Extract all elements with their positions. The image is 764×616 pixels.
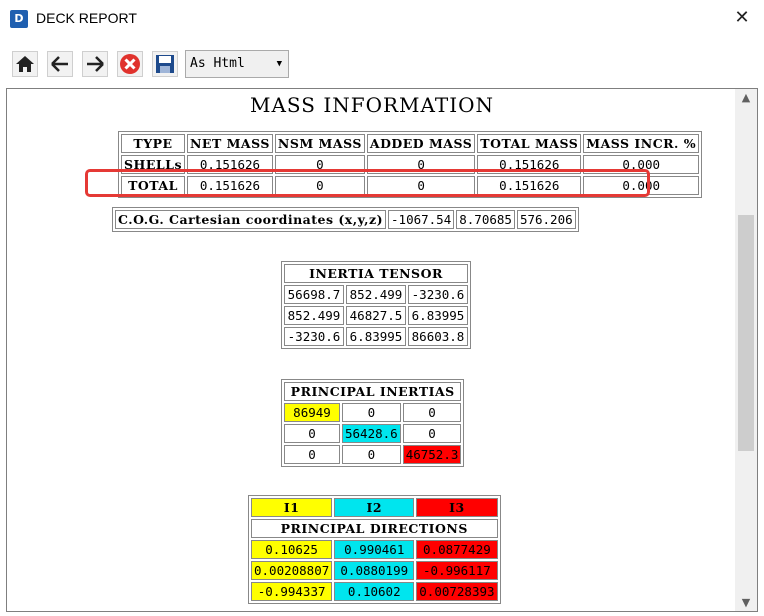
principal-inertia-cell: 46752.3 [402, 445, 462, 464]
home-icon [16, 56, 34, 72]
cog-value: 576.206 [516, 210, 576, 229]
scroll-down-icon[interactable]: ▼ [735, 596, 757, 609]
principal-inertia-cell: 0 [402, 424, 462, 443]
principal-inertia-cell: 0 [342, 445, 401, 464]
forward-button[interactable] [82, 51, 108, 77]
principal-inertia-cell: 0 [284, 424, 340, 443]
back-arrow-icon [51, 56, 68, 72]
principal-direction-cell: 0.0880199 [334, 561, 415, 580]
principal-direction-cell: -0.994337 [251, 582, 333, 601]
chevron-down-icon: ▼ [276, 59, 282, 69]
inertia-tensor-cell: 6.83995 [408, 306, 468, 325]
principal-inertias-table: PRINCIPAL INERTIAS 86949 0 0 0 56428.6 0 0 0 467… [281, 379, 465, 467]
principal-inertia-cell: 0 [342, 403, 401, 422]
report-view[interactable]: MASS INFORMATION TYPE NET MASS NSM MASS ADD… [6, 88, 758, 612]
app-icon: D [10, 10, 28, 28]
mass-table-header: NSM MASS [274, 134, 365, 153]
inertia-tensor-title: INERTIA TENSOR [284, 264, 468, 283]
back-button[interactable] [47, 51, 73, 77]
principal-direction-cell: 0.990461 [334, 540, 415, 559]
save-button[interactable] [152, 51, 178, 77]
inertia-tensor-table: INERTIA TENSOR 56698.7 852.499 -3230.6 852.… [281, 261, 471, 349]
stop-button[interactable] [117, 51, 143, 77]
total-row-highlight [85, 169, 650, 197]
scroll-thumb[interactable] [738, 215, 754, 451]
principal-direction-cell: -0.996117 [416, 561, 498, 580]
home-button[interactable] [12, 51, 38, 77]
cog-table: C.O.G. Cartesian coordinates (x,y,z) -106… [112, 207, 579, 232]
scroll-up-icon[interactable]: ▲ [735, 91, 757, 104]
close-button[interactable]: ✕ [732, 8, 752, 28]
inertia-tensor-cell: -3230.6 [408, 285, 468, 304]
mass-table-header: TYPE [121, 134, 185, 153]
mass-table-header: TOTAL MASS [477, 134, 582, 153]
mass-table-header: NET MASS [186, 134, 273, 153]
cog-value: 8.70685 [456, 210, 515, 229]
principal-directions-table: I1 I2 I3 PRINCIPAL DIRECTIONS 0.10625 0.990… [248, 495, 501, 604]
toolbar: As Html ▼ [0, 38, 764, 88]
principal-direction-header: I2 [334, 498, 415, 517]
forward-arrow-icon [87, 56, 104, 72]
inertia-tensor-cell: 46827.5 [346, 306, 406, 325]
stop-icon [120, 54, 140, 74]
inertia-tensor-cell: 86603.8 [408, 327, 468, 346]
window-title: DECK REPORT [36, 10, 137, 26]
cog-value: -1067.54 [388, 210, 455, 229]
mass-table-header: ADDED MASS [366, 134, 476, 153]
principal-directions-title: PRINCIPAL DIRECTIONS [251, 519, 498, 538]
principal-inertias-title: PRINCIPAL INERTIAS [284, 382, 462, 401]
principal-inertia-cell: 0 [284, 445, 340, 464]
title-bar: D DECK REPORT ✕ [0, 0, 764, 39]
vertical-scrollbar[interactable]: ▲ ▼ [735, 89, 757, 611]
inertia-tensor-cell: -3230.6 [284, 327, 344, 346]
principal-direction-header: I1 [251, 498, 333, 517]
inertia-tensor-cell: 56698.7 [284, 285, 344, 304]
format-select[interactable]: As Html ▼ [185, 50, 289, 78]
principal-inertia-cell: 0 [402, 403, 462, 422]
principal-direction-cell: 0.00208807 [251, 561, 333, 580]
principal-direction-cell: 0.0877429 [416, 540, 498, 559]
principal-direction-cell: 0.10602 [334, 582, 415, 601]
inertia-tensor-cell: 6.83995 [346, 327, 406, 346]
format-select-value: As Html [190, 56, 245, 71]
inertia-tensor-cell: 852.499 [346, 285, 406, 304]
principal-inertia-cell: 56428.6 [342, 424, 401, 443]
principal-inertia-cell: 86949 [284, 403, 340, 422]
principal-direction-cell: 0.00728393 [416, 582, 498, 601]
principal-direction-header: I3 [416, 498, 498, 517]
cog-label: C.O.G. Cartesian coordinates (x,y,z) [115, 210, 387, 229]
inertia-tensor-cell: 852.499 [284, 306, 344, 325]
save-icon [156, 55, 174, 73]
report-heading: MASS INFORMATION [249, 93, 495, 117]
principal-direction-cell: 0.10625 [251, 540, 333, 559]
mass-table-header: MASS INCR. % [583, 134, 700, 153]
